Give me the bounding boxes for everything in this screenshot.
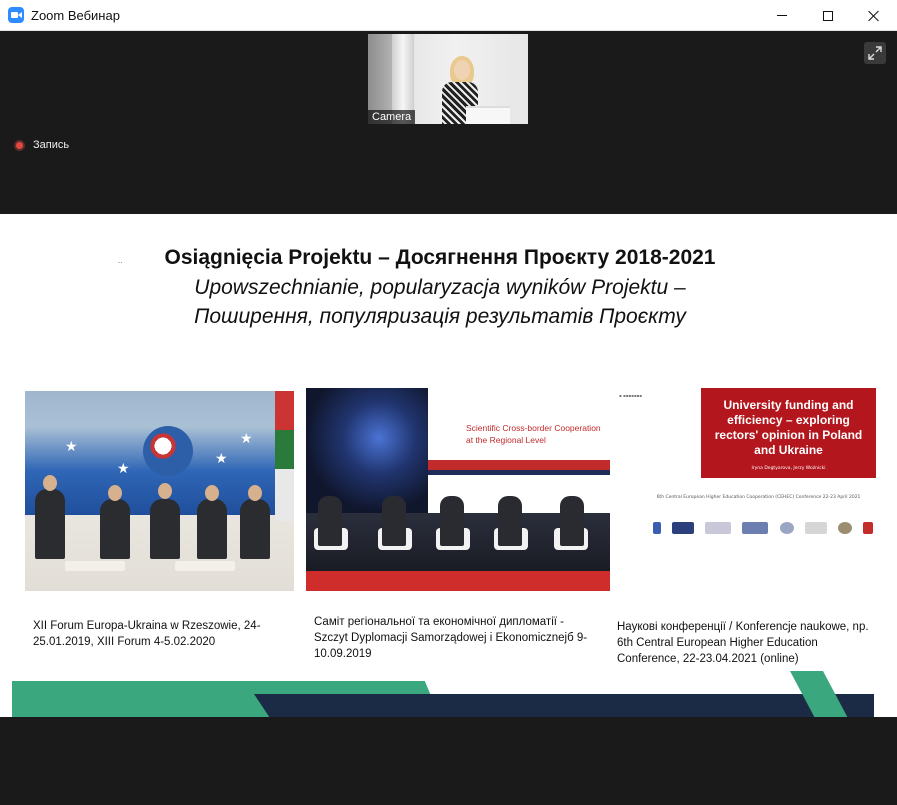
slide-subtitle-1: Upowszechnianie, popularyzacja wyników P…: [194, 276, 686, 299]
partner-logo: [804, 522, 827, 534]
trident-logo: [653, 522, 661, 534]
recording-label: Запись: [33, 139, 70, 151]
star-decoration: ★: [117, 461, 130, 477]
seal-logo: [779, 522, 794, 534]
panelist-head: [248, 485, 262, 501]
window-controls: [759, 0, 897, 31]
conference-talk-authors: Iryna Degtyarova, Jerzy Woźnicki: [751, 466, 826, 471]
speaker-head: [454, 60, 470, 80]
slide-subtitle-2: Поширення, популяризація результатів Про…: [194, 305, 686, 328]
panelist-head: [158, 483, 172, 499]
slide-title: Osiągnięcia Projektu – Досягнення Проєкт…: [164, 246, 716, 269]
caption-forum: XII Forum Europa-Ukraina w Rzeszowie, 24…: [33, 620, 261, 648]
panelist-head: [205, 485, 219, 501]
camera-label: Camera: [368, 110, 416, 124]
conference-name: 6th Central European Higher Education Co…: [656, 495, 861, 500]
maximize-button[interactable]: [805, 0, 851, 31]
partner-logo: [705, 522, 732, 534]
close-button[interactable]: [851, 0, 897, 31]
panelist: [440, 496, 464, 546]
panelist: [382, 496, 406, 546]
eagle-logo: [862, 522, 873, 534]
partner-logo: [742, 522, 769, 534]
panelist: [197, 499, 227, 559]
star-decoration: ★: [240, 431, 253, 447]
panelist: [318, 496, 342, 546]
caption-conferences: Наукові конференції / Konferencje naukow…: [617, 621, 869, 665]
stage-screen-navy-bar: [428, 470, 610, 475]
conference-talk-title: University funding and efficiency – expl…: [714, 398, 863, 457]
shared-slide: .. Osiągnięcia Projektu – Досягнення Про…: [0, 214, 897, 717]
panelist: [150, 499, 180, 559]
conference-title-box: University funding and efficiency – expl…: [701, 388, 876, 478]
photo-forum-europe-ukraine: ★ ★ ★ ★: [25, 391, 294, 591]
minimize-icon: [777, 15, 787, 16]
stage-screen-right: Scientific Cross-border Cooperation at t…: [428, 388, 610, 513]
fullscreen-button[interactable]: [864, 42, 886, 64]
panelist: [100, 499, 130, 559]
speaker-podium: [466, 106, 510, 124]
panelist: [560, 496, 584, 546]
partner-logo: [672, 522, 695, 534]
panelist: [240, 499, 270, 559]
star-decoration: ★: [215, 451, 228, 467]
seal-logo: [837, 522, 852, 534]
panelist: [498, 496, 522, 546]
maximize-icon: [823, 10, 833, 21]
camera-thumbnail[interactable]: Camera: [368, 34, 528, 124]
photo-conference-slide: ▪ ▪▪▪▪▪▪▪ University funding and efficie…: [611, 388, 885, 563]
side-table: [175, 561, 235, 571]
stage-screen-red-bar: [428, 460, 610, 470]
photo-diplomacy-summit: Scientific Cross-border Cooperation at t…: [306, 388, 610, 591]
panelist-head: [108, 485, 122, 501]
title-bar: Zoom Вебинар: [0, 0, 897, 31]
stage-screen-left: [306, 388, 428, 513]
minimize-button[interactable]: [759, 0, 805, 31]
stage-front-red: [306, 571, 610, 591]
partner-logos: [653, 518, 873, 538]
webinar-stage: Camera Запись .. Osiągnięcia Projektu – …: [0, 31, 897, 805]
flags: [275, 391, 294, 521]
caption-summit: Саміт регіональної та економічної диплом…: [314, 616, 588, 660]
side-table: [65, 561, 125, 571]
panelist-head: [43, 475, 57, 491]
recording-indicator[interactable]: Запись: [14, 139, 69, 151]
expand-icon: [868, 46, 882, 60]
conference-slide-header-logo: ▪ ▪▪▪▪▪▪▪: [619, 393, 642, 398]
stage-screen-title: Scientific Cross-border Cooperation at t…: [466, 423, 601, 445]
panelist: [35, 489, 65, 559]
footer-band-navy: [254, 694, 874, 717]
close-icon: [868, 10, 880, 22]
recording-dot-icon: [14, 139, 25, 151]
zoom-app-icon: [8, 7, 24, 23]
window-title: Zoom Вебинар: [31, 7, 120, 23]
star-decoration: ★: [65, 439, 78, 455]
forum-logo-globe: [143, 426, 193, 476]
